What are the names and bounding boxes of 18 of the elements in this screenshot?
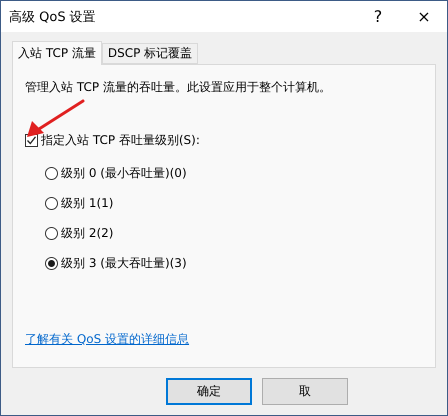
radio-label: 级别 3 (最大吞吐量)(3) <box>61 255 187 272</box>
description-text: 管理入站 TCP 流量的吞吐量。此设置应用于整个计算机。 <box>25 79 332 95</box>
help-link[interactable]: 了解有关 QoS 设置的详细信息 <box>25 331 190 348</box>
cancel-button[interactable]: 取 <box>262 378 348 405</box>
radio-button[interactable] <box>45 197 58 210</box>
radio-label: 级别 2(2) <box>61 225 114 242</box>
radio-button[interactable] <box>45 257 58 270</box>
radio-label: 级别 1(1) <box>61 195 114 212</box>
radio-button[interactable] <box>45 227 58 240</box>
help-button[interactable]: ? <box>355 1 401 32</box>
radio-button[interactable] <box>45 167 58 180</box>
checkbox-label: 指定入站 TCP 吞吐量级别(S): <box>41 132 200 149</box>
radio-label: 级别 0 (最小吞吐量)(0) <box>61 165 187 182</box>
tab[interactable]: 入站 TCP 流量 <box>12 41 102 65</box>
close-button[interactable]: × <box>401 1 447 32</box>
window-title: 高级 QoS 设置 <box>9 8 97 26</box>
tab[interactable]: DSCP 标记覆盖 <box>102 43 198 64</box>
ok-button[interactable]: 确定 <box>166 378 252 405</box>
